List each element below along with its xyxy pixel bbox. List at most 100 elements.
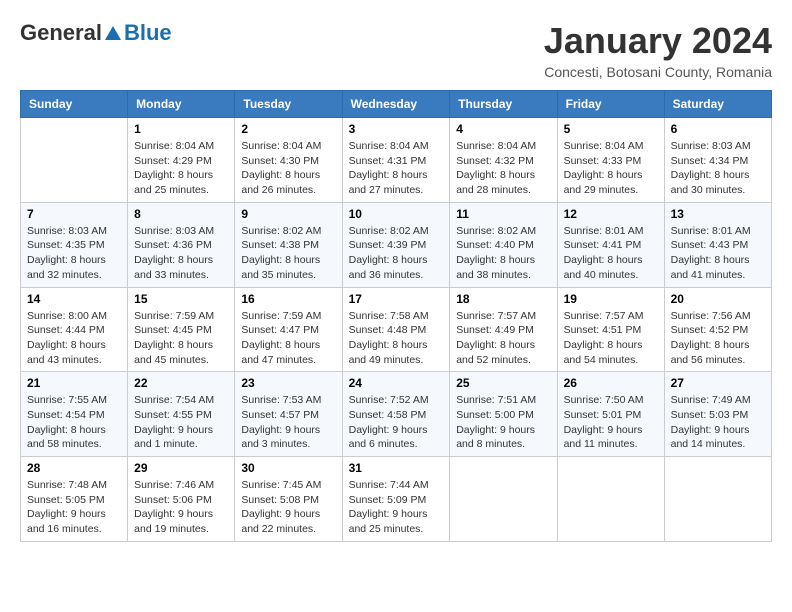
day-info: Sunrise: 8:04 AMSunset: 4:33 PMDaylight:…	[564, 139, 658, 198]
week-row-2: 7 Sunrise: 8:03 AMSunset: 4:35 PMDaylight…	[21, 202, 772, 287]
month-title: January 2024	[544, 20, 772, 62]
calendar-cell: 10 Sunrise: 8:02 AMSunset: 4:39 PMDayligh…	[342, 202, 450, 287]
title-area: January 2024 Concesti, Botosani County, …	[544, 20, 772, 80]
calendar-cell: 25 Sunrise: 7:51 AMSunset: 5:00 PMDayligh…	[450, 372, 557, 457]
day-info: Sunrise: 8:02 AMSunset: 4:40 PMDaylight:…	[456, 224, 550, 283]
day-number: 23	[241, 376, 335, 390]
calendar-cell: 31 Sunrise: 7:44 AMSunset: 5:09 PMDayligh…	[342, 457, 450, 542]
calendar-cell: 17 Sunrise: 7:58 AMSunset: 4:48 PMDayligh…	[342, 287, 450, 372]
day-number: 4	[456, 122, 550, 136]
week-row-5: 28Sunrise: 7:48 AMSunset: 5:05 PMDayligh…	[21, 457, 772, 542]
column-header-wednesday: Wednesday	[342, 91, 450, 118]
day-number: 7	[27, 207, 121, 221]
day-number: 9	[241, 207, 335, 221]
day-info: Sunrise: 7:45 AMSunset: 5:08 PMDaylight:…	[241, 478, 335, 537]
calendar-cell	[664, 457, 771, 542]
day-number: 3	[349, 122, 444, 136]
day-number: 25	[456, 376, 550, 390]
calendar-cell: 28Sunrise: 7:48 AMSunset: 5:05 PMDayligh…	[21, 457, 128, 542]
day-number: 27	[671, 376, 765, 390]
column-header-friday: Friday	[557, 91, 664, 118]
day-info: Sunrise: 8:00 AMSunset: 4:44 PMDaylight:…	[27, 309, 121, 368]
calendar-cell: 8 Sunrise: 8:03 AMSunset: 4:36 PMDaylight…	[128, 202, 235, 287]
calendar-cell: 11 Sunrise: 8:02 AMSunset: 4:40 PMDayligh…	[450, 202, 557, 287]
location-title: Concesti, Botosani County, Romania	[544, 64, 772, 80]
day-info: Sunrise: 7:46 AMSunset: 5:06 PMDaylight:…	[134, 478, 228, 537]
calendar-cell: 22Sunrise: 7:54 AMSunset: 4:55 PMDayligh…	[128, 372, 235, 457]
column-header-thursday: Thursday	[450, 91, 557, 118]
calendar-cell: 12 Sunrise: 8:01 AMSunset: 4:41 PMDayligh…	[557, 202, 664, 287]
day-info: Sunrise: 8:02 AMSunset: 4:39 PMDaylight:…	[349, 224, 444, 283]
day-info: Sunrise: 8:01 AMSunset: 4:41 PMDaylight:…	[564, 224, 658, 283]
day-info: Sunrise: 7:55 AMSunset: 4:54 PMDaylight:…	[27, 393, 121, 452]
day-number: 5	[564, 122, 658, 136]
column-header-saturday: Saturday	[664, 91, 771, 118]
calendar-cell: 18 Sunrise: 7:57 AMSunset: 4:49 PMDayligh…	[450, 287, 557, 372]
day-info: Sunrise: 7:44 AMSunset: 5:09 PMDaylight:…	[349, 478, 444, 537]
calendar-cell: 6Sunrise: 8:03 AMSunset: 4:34 PMDaylight…	[664, 118, 771, 203]
day-number: 13	[671, 207, 765, 221]
calendar-cell: 15 Sunrise: 7:59 AMSunset: 4:45 PMDayligh…	[128, 287, 235, 372]
calendar-cell	[557, 457, 664, 542]
calendar-cell: 29 Sunrise: 7:46 AMSunset: 5:06 PMDayligh…	[128, 457, 235, 542]
calendar-cell: 16Sunrise: 7:59 AMSunset: 4:47 PMDayligh…	[235, 287, 342, 372]
logo-icon	[104, 24, 122, 42]
day-number: 20	[671, 292, 765, 306]
day-number: 10	[349, 207, 444, 221]
column-header-monday: Monday	[128, 91, 235, 118]
day-number: 18	[456, 292, 550, 306]
calendar-table: SundayMondayTuesdayWednesdayThursdayFrid…	[20, 90, 772, 542]
logo-general-text: General	[20, 20, 102, 46]
day-info: Sunrise: 7:59 AMSunset: 4:45 PMDaylight:…	[134, 309, 228, 368]
day-info: Sunrise: 7:49 AMSunset: 5:03 PMDaylight:…	[671, 393, 765, 452]
day-number: 22	[134, 376, 228, 390]
calendar-cell: 19Sunrise: 7:57 AMSunset: 4:51 PMDayligh…	[557, 287, 664, 372]
calendar-cell: 24Sunrise: 7:52 AMSunset: 4:58 PMDayligh…	[342, 372, 450, 457]
calendar-cell: 9 Sunrise: 8:02 AMSunset: 4:38 PMDaylight…	[235, 202, 342, 287]
day-info: Sunrise: 8:04 AMSunset: 4:30 PMDaylight:…	[241, 139, 335, 198]
day-info: Sunrise: 8:04 AMSunset: 4:31 PMDaylight:…	[349, 139, 444, 198]
day-number: 26	[564, 376, 658, 390]
day-number: 14	[27, 292, 121, 306]
calendar-cell: 7 Sunrise: 8:03 AMSunset: 4:35 PMDaylight…	[21, 202, 128, 287]
calendar-cell: 21 Sunrise: 7:55 AMSunset: 4:54 PMDayligh…	[21, 372, 128, 457]
day-info: Sunrise: 7:51 AMSunset: 5:00 PMDaylight:…	[456, 393, 550, 452]
day-info: Sunrise: 8:03 AMSunset: 4:35 PMDaylight:…	[27, 224, 121, 283]
day-info: Sunrise: 7:57 AMSunset: 4:49 PMDaylight:…	[456, 309, 550, 368]
column-header-tuesday: Tuesday	[235, 91, 342, 118]
day-info: Sunrise: 8:03 AMSunset: 4:36 PMDaylight:…	[134, 224, 228, 283]
day-number: 24	[349, 376, 444, 390]
day-number: 31	[349, 461, 444, 475]
day-info: Sunrise: 7:48 AMSunset: 5:05 PMDaylight:…	[27, 478, 121, 537]
calendar-cell	[21, 118, 128, 203]
day-number: 11	[456, 207, 550, 221]
day-info: Sunrise: 7:56 AMSunset: 4:52 PMDaylight:…	[671, 309, 765, 368]
day-number: 17	[349, 292, 444, 306]
calendar-cell	[450, 457, 557, 542]
day-number: 1	[134, 122, 228, 136]
logo-blue-text: Blue	[124, 20, 172, 46]
day-number: 12	[564, 207, 658, 221]
calendar-cell: 3 Sunrise: 8:04 AMSunset: 4:31 PMDaylight…	[342, 118, 450, 203]
day-number: 29	[134, 461, 228, 475]
column-header-sunday: Sunday	[21, 91, 128, 118]
calendar-cell: 26 Sunrise: 7:50 AMSunset: 5:01 PMDayligh…	[557, 372, 664, 457]
day-info: Sunrise: 7:50 AMSunset: 5:01 PMDaylight:…	[564, 393, 658, 452]
calendar-cell: 27 Sunrise: 7:49 AMSunset: 5:03 PMDayligh…	[664, 372, 771, 457]
day-number: 15	[134, 292, 228, 306]
day-info: Sunrise: 8:01 AMSunset: 4:43 PMDaylight:…	[671, 224, 765, 283]
day-number: 21	[27, 376, 121, 390]
day-number: 2	[241, 122, 335, 136]
day-info: Sunrise: 8:04 AMSunset: 4:29 PMDaylight:…	[134, 139, 228, 198]
logo: General Blue	[20, 20, 172, 46]
day-info: Sunrise: 7:59 AMSunset: 4:47 PMDaylight:…	[241, 309, 335, 368]
day-number: 8	[134, 207, 228, 221]
calendar-cell: 4Sunrise: 8:04 AMSunset: 4:32 PMDaylight…	[450, 118, 557, 203]
calendar-cell: 5 Sunrise: 8:04 AMSunset: 4:33 PMDaylight…	[557, 118, 664, 203]
week-row-4: 21 Sunrise: 7:55 AMSunset: 4:54 PMDayligh…	[21, 372, 772, 457]
week-row-1: 1 Sunrise: 8:04 AMSunset: 4:29 PMDaylight…	[21, 118, 772, 203]
day-info: Sunrise: 7:58 AMSunset: 4:48 PMDaylight:…	[349, 309, 444, 368]
day-info: Sunrise: 8:02 AMSunset: 4:38 PMDaylight:…	[241, 224, 335, 283]
day-info: Sunrise: 7:57 AMSunset: 4:51 PMDaylight:…	[564, 309, 658, 368]
page-header: General Blue January 2024 Concesti, Boto…	[20, 20, 772, 80]
